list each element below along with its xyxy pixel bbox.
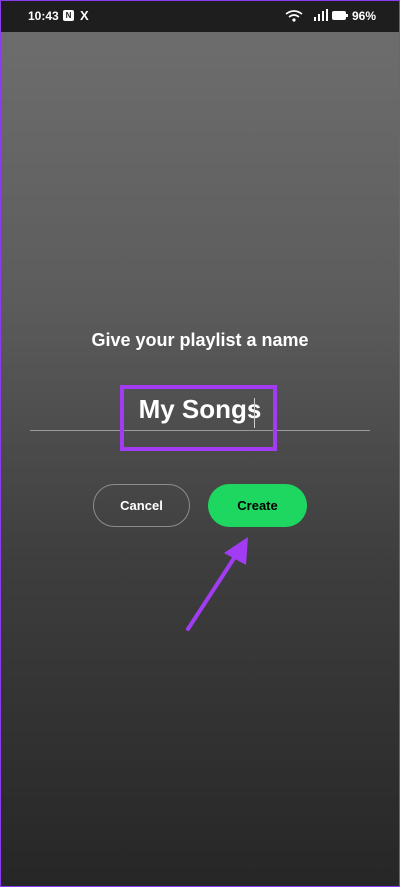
battery-icon [332, 11, 348, 20]
annotation-arrow-icon [186, 537, 248, 631]
x-app-icon: X [80, 8, 89, 23]
signal-icon [314, 9, 328, 21]
screenshot-frame [0, 0, 400, 887]
dialog-heading: Give your playlist a name [91, 330, 309, 350]
create-button[interactable]: Create [208, 484, 307, 527]
status-bar: 10:43 N X 96% [0, 0, 400, 32]
cancel-button[interactable]: Cancel [93, 484, 190, 527]
battery-percent: 96% [352, 9, 377, 23]
wifi-icon [285, 10, 303, 22]
n-app-icon: N [63, 10, 74, 21]
status-time: 10:43 [28, 9, 59, 23]
text-caret [254, 398, 255, 428]
playlist-name-input[interactable] [30, 388, 370, 431]
